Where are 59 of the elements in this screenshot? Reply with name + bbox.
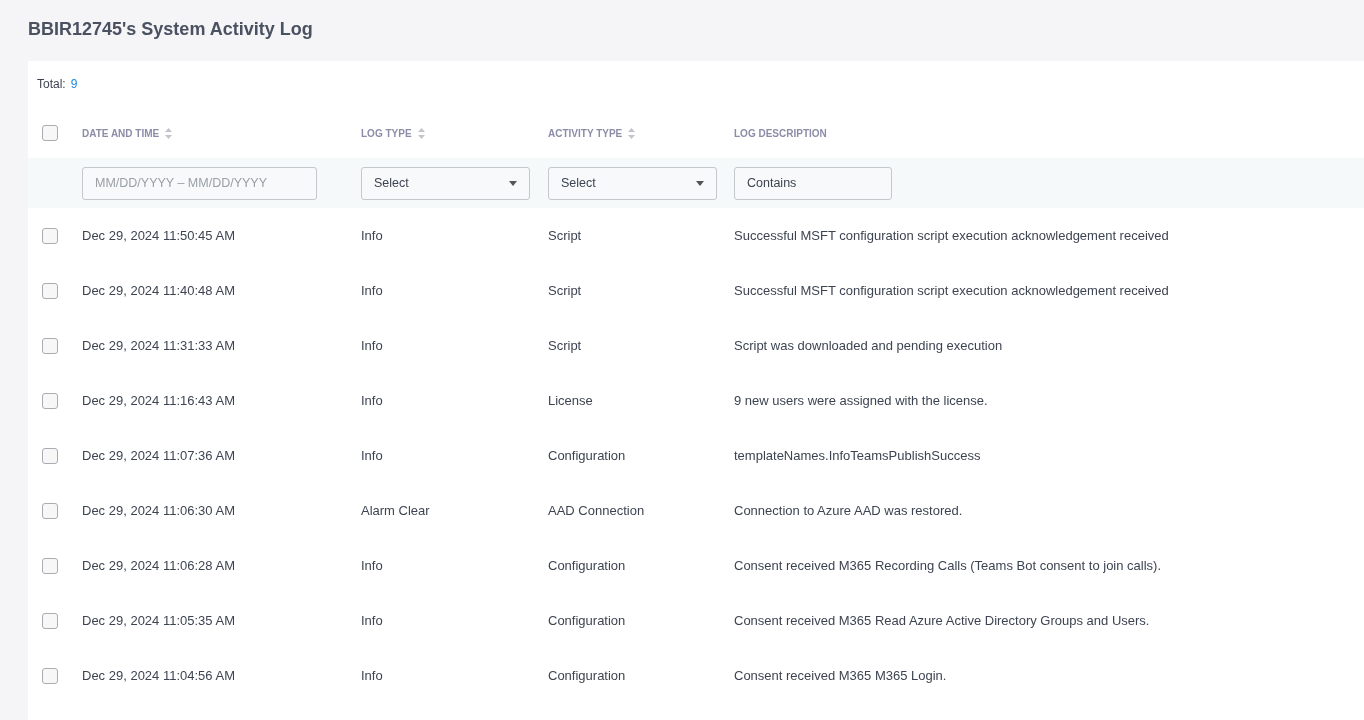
total-label: Total: (37, 77, 66, 93)
activity-type-cell-text: Script (548, 338, 583, 353)
column-header: LOG DESCRIPTION (734, 127, 827, 139)
activity-type-cell-text: Configuration (548, 448, 627, 463)
caret-icon[interactable] (696, 180, 704, 186)
date-cell-text: Dec 29, 2024 11:07:36 AM (82, 448, 236, 463)
checkbox[interactable] (42, 447, 58, 464)
description-cell-text: Script was downloaded and pending execution (734, 338, 1004, 353)
checkbox[interactable] (42, 612, 58, 629)
log-type-cell-text: Info (361, 393, 384, 408)
description-cell-text: Successful MSFT configuration script execution acknowledgement received (734, 283, 1170, 298)
activity-type-cell-text: Configuration (548, 613, 627, 628)
description-cell-text: Connection to Azure AAD was restored. (734, 503, 964, 518)
description-cell-text: Consent received M365 M365 Login. (734, 668, 948, 683)
description-cell-text: templateNames.InfoTeamsPublishSuccess (734, 448, 982, 463)
date-range-field[interactable]: MM/DD/YYYY – MM/DD/YYYY (82, 166, 317, 200)
log-type-cell-text: Info (361, 668, 384, 683)
date-cell-text: Dec 29, 2024 11:16:43 AM (82, 393, 236, 408)
checkbox[interactable] (42, 502, 58, 519)
total-count: 9 (70, 77, 78, 93)
description-cell-text: 9 new users were assigned with the license. (734, 393, 989, 408)
date-cell-text: Dec 29, 2024 11:05:35 AM (82, 613, 236, 628)
checkbox[interactable] (42, 557, 58, 574)
select-dropdown[interactable]: Select (548, 166, 717, 200)
log-type-cell-text: Info (361, 338, 384, 353)
activity-type-cell-text: Configuration (548, 668, 627, 683)
log-type-cell-text: Info (361, 558, 384, 573)
date-cell-text: Dec 29, 2024 11:40:48 AM (82, 283, 236, 298)
sort-icon[interactable] (165, 127, 173, 139)
log-type-cell-text: Info (361, 228, 384, 243)
description-cell-text: Consent received M365 Read Azure Active Directory Groups and Users. (734, 613, 1151, 628)
text-filter-field[interactable]: Contains (734, 166, 892, 200)
log-type-cell-text: Alarm Clear (361, 503, 431, 518)
log-type-cell-text: Info (361, 613, 384, 628)
date-cell-text: Dec 29, 2024 11:31:33 AM (82, 338, 236, 353)
checkbox[interactable] (42, 282, 58, 299)
select-dropdown[interactable]: Select (361, 166, 530, 200)
description-cell-text: Successful MSFT configuration script execution acknowledgement received (734, 228, 1170, 243)
checkbox[interactable] (42, 392, 58, 409)
checkbox[interactable] (42, 227, 58, 244)
description-cell-text: Consent received M365 Recording Calls (Teams Bot consent to join calls). (734, 558, 1163, 573)
date-cell-text: Dec 29, 2024 11:06:30 AM (82, 503, 236, 518)
sort-icon[interactable] (628, 127, 636, 139)
activity-type-cell-text: Script (548, 283, 583, 298)
activity-type-cell-text: Configuration (548, 558, 627, 573)
date-cell-text: Dec 29, 2024 11:50:45 AM (82, 228, 236, 243)
log-type-cell-text: Info (361, 448, 384, 463)
checkbox[interactable] (42, 667, 58, 684)
checkbox[interactable] (42, 125, 58, 141)
sort-icon[interactable] (417, 127, 425, 139)
page-title: BBIR12745's System Activity Log (27, 18, 314, 41)
activity-type-cell-text: AAD Connection (548, 503, 646, 518)
date-cell-text: Dec 29, 2024 11:06:28 AM (82, 558, 236, 573)
checkbox[interactable] (42, 337, 58, 354)
date-cell-text: Dec 29, 2024 11:04:56 AM (82, 668, 236, 683)
activity-type-cell-text: Script (548, 228, 583, 243)
activity-type-cell-text: License (548, 393, 594, 408)
log-type-cell-text: Info (361, 283, 384, 298)
caret-icon[interactable] (509, 180, 517, 186)
